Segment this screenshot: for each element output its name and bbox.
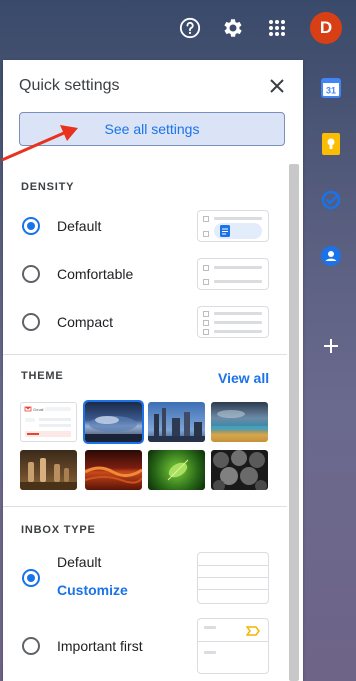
- density-compact-radio[interactable]: [22, 313, 40, 331]
- keep-icon[interactable]: [319, 132, 343, 156]
- inbox-important-first-label[interactable]: Important first: [57, 638, 143, 654]
- density-default-radio[interactable]: [22, 217, 40, 235]
- avatar[interactable]: D: [310, 12, 342, 44]
- inbox-default-radio[interactable]: [22, 569, 40, 587]
- density-compact-label[interactable]: Compact: [57, 314, 113, 330]
- theme-thumb-industrial-city[interactable]: [148, 402, 205, 442]
- theme-thumb-abstract-spheres[interactable]: [211, 450, 268, 490]
- contacts-icon[interactable]: [319, 244, 343, 268]
- customize-link[interactable]: Customize: [57, 582, 128, 598]
- density-comfortable-preview: [197, 258, 269, 290]
- help-icon[interactable]: [176, 14, 204, 42]
- top-bar: D: [0, 0, 356, 56]
- calendar-day: 31: [326, 86, 336, 96]
- inbox-important-first-radio[interactable]: [22, 637, 40, 655]
- theme-thumb-chess-pieces[interactable]: [20, 450, 77, 490]
- inbox-type-heading: INBOX TYPE: [21, 524, 96, 536]
- inbox-default-label[interactable]: Default: [57, 554, 101, 570]
- theme-heading: THEME: [21, 370, 64, 382]
- theme-thumb-brand-text: Gmail: [33, 407, 44, 412]
- view-all-themes-link[interactable]: View all: [218, 370, 269, 386]
- important-marker-icon: [246, 626, 260, 636]
- side-panel: 31: [306, 56, 356, 681]
- gear-icon[interactable]: [219, 14, 247, 42]
- close-icon[interactable]: [267, 76, 287, 96]
- density-compact-preview: [197, 306, 269, 338]
- add-icon[interactable]: [319, 334, 343, 358]
- calendar-icon[interactable]: 31: [319, 76, 343, 100]
- theme-thumb-default[interactable]: Gmail: [20, 402, 77, 442]
- inbox-important-first-preview: [197, 618, 269, 674]
- scrollbar[interactable]: [289, 164, 299, 681]
- density-comfortable-radio[interactable]: [22, 265, 40, 283]
- quick-settings-title: Quick settings: [19, 77, 120, 94]
- theme-thumb-beach-sunset[interactable]: [211, 402, 268, 442]
- settings-scroll-area[interactable]: DENSITY Default Comfortable Compact THEM…: [3, 160, 303, 681]
- apps-grid-icon[interactable]: [263, 14, 291, 42]
- density-default-preview: [197, 210, 269, 242]
- theme-thumb-lava[interactable]: [85, 450, 142, 490]
- density-heading: DENSITY: [21, 181, 75, 193]
- density-default-label[interactable]: Default: [57, 218, 101, 234]
- tasks-icon[interactable]: [319, 188, 343, 212]
- annotation-arrow-icon: [1, 125, 78, 162]
- inbox-default-preview: [197, 552, 269, 604]
- density-comfortable-label[interactable]: Comfortable: [57, 266, 133, 282]
- theme-thumb-green-leaf[interactable]: [148, 450, 205, 490]
- theme-thumb-storm-clouds[interactable]: [85, 402, 142, 442]
